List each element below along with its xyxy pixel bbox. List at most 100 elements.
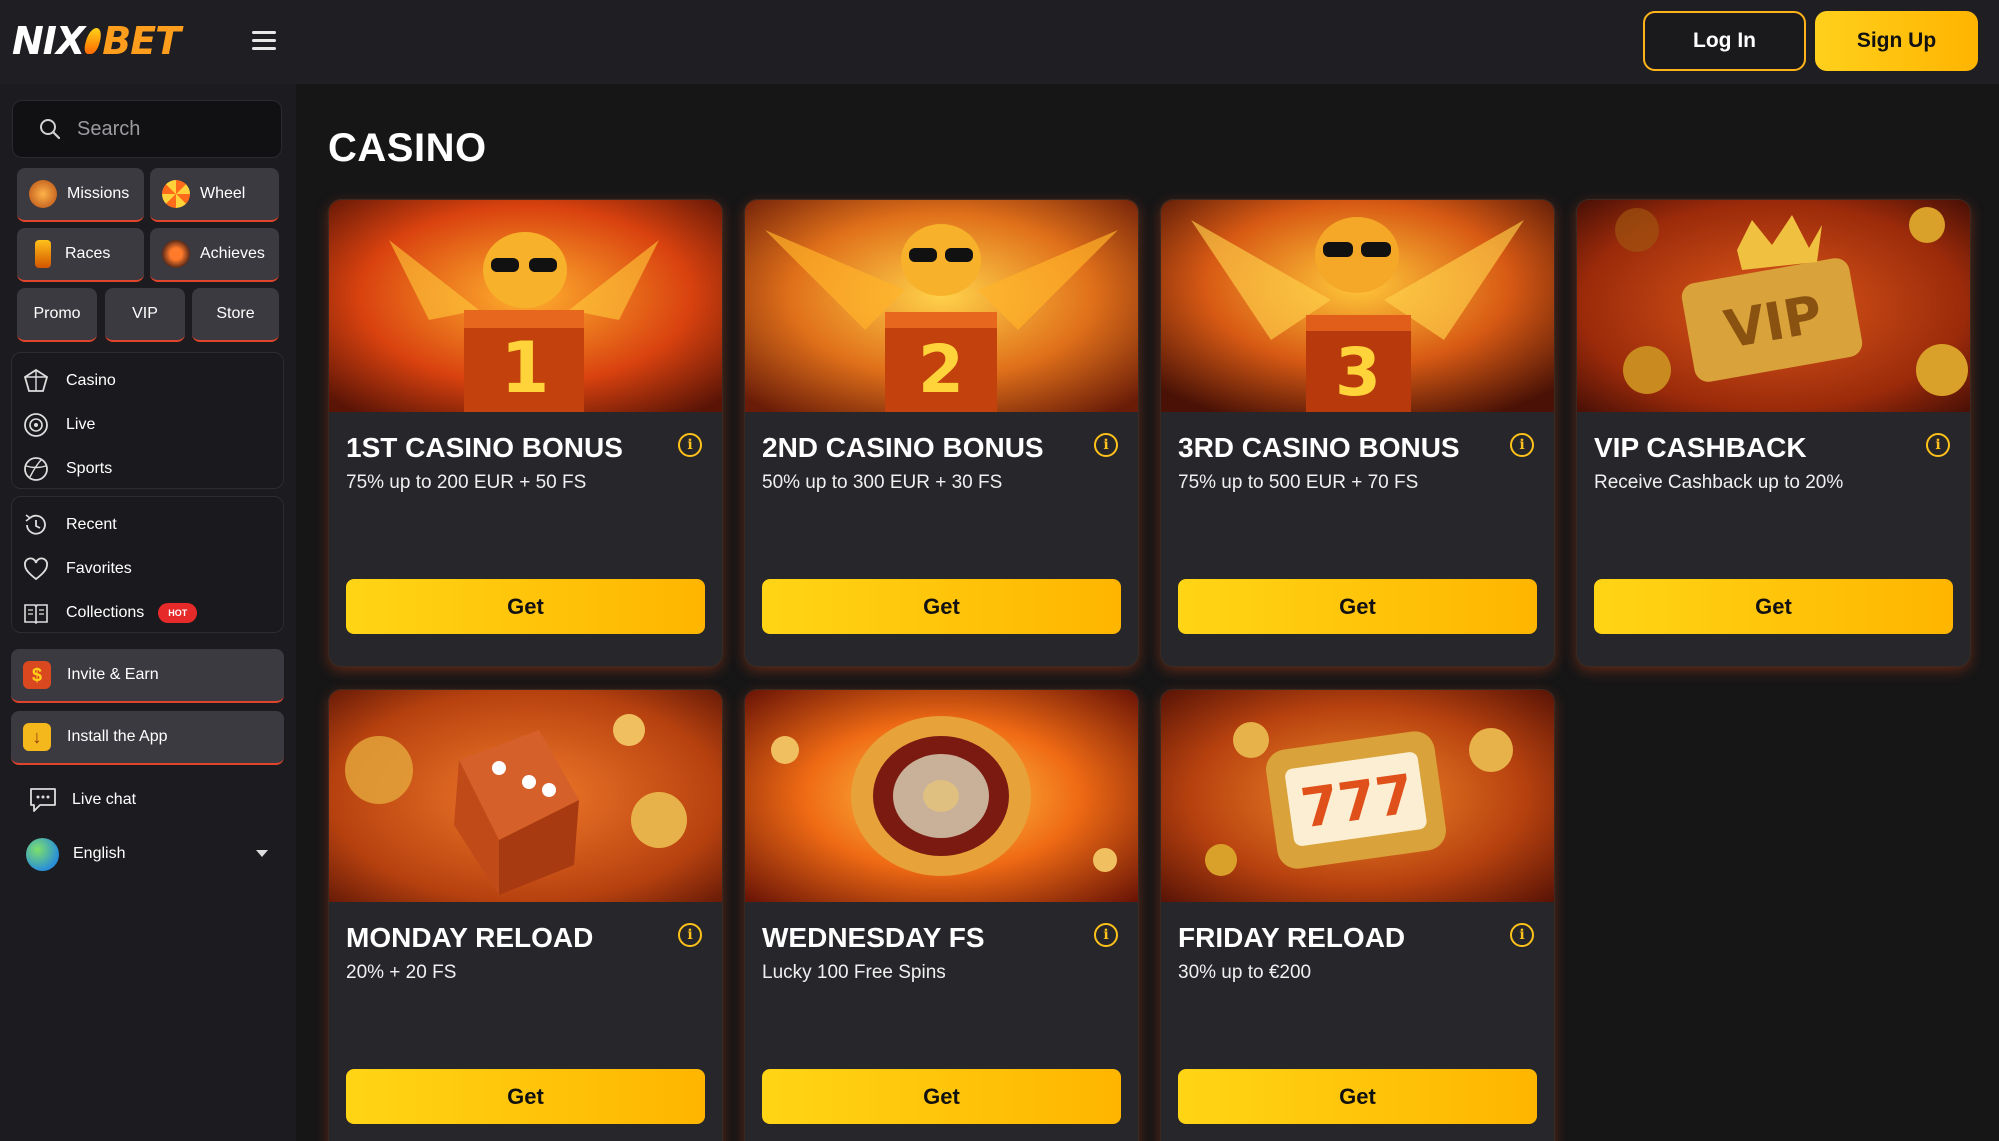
search-input[interactable] xyxy=(77,113,267,145)
races-icon xyxy=(35,240,51,268)
dice-illustration xyxy=(329,690,722,902)
races-label: Races xyxy=(65,245,111,262)
info-icon[interactable]: i xyxy=(678,433,702,457)
info-icon[interactable]: i xyxy=(1926,433,1950,457)
sidebar-item-live[interactable]: Live xyxy=(22,407,95,443)
achieves-icon xyxy=(162,240,190,268)
card-title: MONDAY RELOAD xyxy=(346,922,594,953)
info-icon[interactable]: i xyxy=(678,923,702,947)
casino-icon xyxy=(23,368,49,392)
logo-text-left: NIX xyxy=(12,19,85,63)
card-image-number: 2 xyxy=(918,331,964,408)
book-icon xyxy=(24,604,48,625)
missions-icon xyxy=(29,180,57,208)
card-title: FRIDAY RELOAD xyxy=(1178,922,1406,953)
card-subtitle: 50% up to 300 EUR + 30 FS xyxy=(762,472,1003,493)
store-button[interactable]: Store xyxy=(192,288,279,342)
sidebar: Missions Wheel Races Achieves Promo VIP … xyxy=(0,84,296,1141)
sidebar-item-recent[interactable]: Recent xyxy=(22,507,117,543)
card-title: 3RD CASINO BONUS xyxy=(1178,432,1460,463)
wheel-button[interactable]: Wheel xyxy=(150,168,279,222)
get-bonus-button[interactable]: Get xyxy=(1594,579,1953,634)
info-icon[interactable]: i xyxy=(1510,433,1534,457)
page-title: CASINO xyxy=(328,126,487,170)
achieves-label: Achieves xyxy=(200,245,265,262)
get-bonus-button[interactable]: Get xyxy=(346,1069,705,1124)
store-label: Store xyxy=(216,305,255,322)
nixbet-logo[interactable]: NIX BET xyxy=(12,18,181,64)
card-title: VIP CASHBACK xyxy=(1594,432,1807,463)
vip-button[interactable]: VIP xyxy=(105,288,185,342)
get-bonus-button[interactable]: Get xyxy=(1178,579,1537,634)
owl-gift-illustration: 2 xyxy=(745,200,1138,412)
logo-text-right: BET xyxy=(102,19,181,63)
sidebar-item-label: Casino xyxy=(66,372,116,389)
wheel-label: Wheel xyxy=(200,185,246,202)
bonus-card: VIP VIP CASHBACK Receive Cashback up to … xyxy=(1577,200,1970,666)
races-button[interactable]: Races xyxy=(17,228,144,282)
get-bonus-button[interactable]: Get xyxy=(1178,1069,1537,1124)
missions-button[interactable]: Missions xyxy=(17,168,144,222)
heart-icon xyxy=(24,557,48,581)
sidebar-item-label: Recent xyxy=(66,516,117,533)
search-box[interactable] xyxy=(12,100,282,158)
get-bonus-button[interactable]: Get xyxy=(762,1069,1121,1124)
get-bonus-button[interactable]: Get xyxy=(762,579,1121,634)
sidebar-item-label: Favorites xyxy=(66,560,132,577)
globe-icon xyxy=(26,837,59,871)
chevron-down-icon xyxy=(256,850,268,857)
card-subtitle: Receive Cashback up to 20% xyxy=(1594,472,1844,493)
search-icon xyxy=(40,119,61,140)
info-icon[interactable]: i xyxy=(1510,923,1534,947)
bonus-card: 3 3RD CASINO BONUS 75% up to 500 EUR + 7… xyxy=(1161,200,1554,666)
info-icon[interactable]: i xyxy=(1094,433,1118,457)
login-button[interactable]: Log In xyxy=(1643,11,1806,71)
bonus-card: WEDNESDAY FS Lucky 100 Free Spins i Get xyxy=(745,690,1138,1141)
sidebar-item-sports[interactable]: Sports xyxy=(22,451,112,487)
live-chat-button[interactable]: Live chat xyxy=(28,782,136,818)
live-chat-label: Live chat xyxy=(72,791,137,808)
card-image-number: 1 xyxy=(501,327,550,409)
hot-badge: HOT xyxy=(158,603,198,623)
sidebar-item-casino[interactable]: Casino xyxy=(22,363,116,399)
card-subtitle: 75% up to 200 EUR + 50 FS xyxy=(346,472,587,493)
sidebar-item-collections[interactable]: Collections HOT xyxy=(22,595,198,631)
sidebar-item-favorites[interactable]: Favorites xyxy=(22,551,132,587)
card-image: 3 xyxy=(1161,200,1554,412)
invite-earn-button[interactable]: $ Invite & Earn xyxy=(11,649,284,703)
language-label: English xyxy=(73,845,126,862)
promo-button[interactable]: Promo xyxy=(17,288,97,342)
hamburger-menu-icon[interactable] xyxy=(250,28,278,54)
card-title: 1ST CASINO BONUS xyxy=(346,432,623,463)
achieves-button[interactable]: Achieves xyxy=(150,228,279,282)
top-bar: NIX BET Log In Sign Up xyxy=(0,0,1999,84)
live-icon xyxy=(24,413,48,437)
bonus-card: 777 FRIDAY RELOAD 30% up to €200 i Get xyxy=(1161,690,1554,1141)
invite-earn-label: Invite & Earn xyxy=(67,666,159,683)
download-icon: ↓ xyxy=(23,723,51,751)
chat-icon xyxy=(30,788,56,812)
main-nav-group: Casino Live Sports xyxy=(11,352,284,489)
install-app-button[interactable]: ↓ Install the App xyxy=(11,711,284,765)
bonus-card: 2 2ND CASINO BONUS 50% up to 300 EUR + 3… xyxy=(745,200,1138,666)
bonus-card: MONDAY RELOAD 20% + 20 FS i Get xyxy=(329,690,722,1141)
sidebar-item-label: Collections xyxy=(66,604,145,621)
card-image: VIP xyxy=(1577,200,1970,412)
dollar-icon: $ xyxy=(23,661,51,689)
card-subtitle: 30% up to €200 xyxy=(1178,962,1312,983)
signup-button[interactable]: Sign Up xyxy=(1815,11,1978,71)
get-bonus-button[interactable]: Get xyxy=(346,579,705,634)
flame-icon xyxy=(82,28,104,54)
card-image xyxy=(329,690,722,902)
sports-icon xyxy=(24,457,48,481)
recent-icon xyxy=(25,514,46,535)
owl-gift-illustration: 1 xyxy=(329,200,722,412)
missions-label: Missions xyxy=(67,185,130,202)
owl-gift-illustration: 3 xyxy=(1161,200,1554,412)
language-selector[interactable]: English xyxy=(26,836,276,872)
sidebar-item-label: Sports xyxy=(66,460,113,477)
info-icon[interactable]: i xyxy=(1094,923,1118,947)
vip-coins-illustration: VIP xyxy=(1577,200,1970,412)
card-subtitle: 75% up to 500 EUR + 70 FS xyxy=(1178,472,1419,493)
card-image xyxy=(745,690,1138,902)
